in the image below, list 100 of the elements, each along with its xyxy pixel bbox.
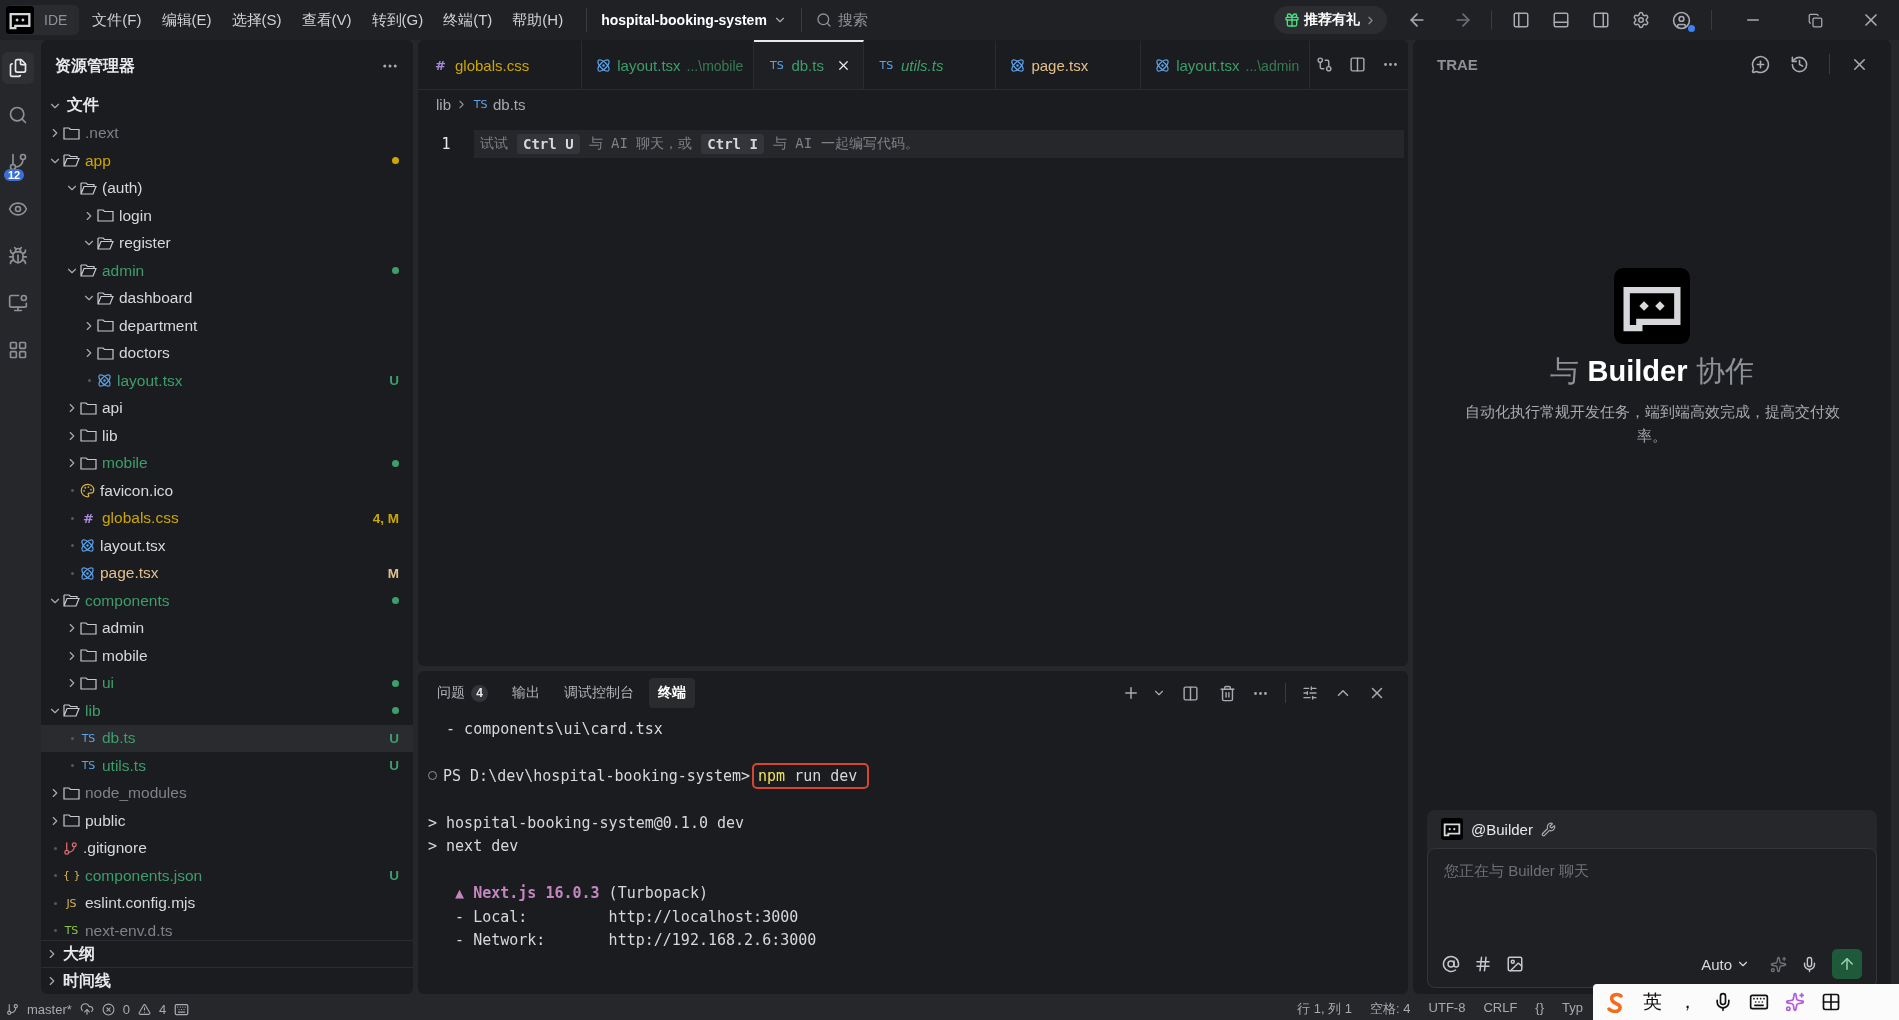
panel-tab[interactable]: 调试控制台 <box>555 678 643 708</box>
menu-item[interactable]: 编辑(E) <box>154 10 219 30</box>
sparkle-icon[interactable] <box>1785 992 1805 1012</box>
file-row[interactable]: layout.tsx <box>41 532 413 560</box>
sliders-icon[interactable] <box>1302 685 1318 701</box>
file-row[interactable]: page.tsx M <box>41 559 413 587</box>
project-selector[interactable]: hospital-booking-system <box>586 8 802 32</box>
history-icon[interactable] <box>1790 54 1809 74</box>
folder-row[interactable]: lib <box>41 422 413 450</box>
file-row[interactable]: .gitignore <box>41 834 413 862</box>
tools-icon[interactable] <box>1540 821 1556 837</box>
folder-row[interactable]: login <box>41 202 413 230</box>
activity-button[interactable] <box>2 52 34 84</box>
collapsible-section[interactable]: 大纲 <box>41 940 413 967</box>
activity-button[interactable]: 12 <box>2 146 34 178</box>
count-badge: 4 <box>471 684 488 702</box>
file-row[interactable]: JS eslint.config.mjs <box>41 889 413 917</box>
status-item[interactable]: 空格: 4 <box>1370 1000 1411 1018</box>
file-row[interactable]: layout.tsx U <box>41 367 413 395</box>
folder-row[interactable]: admin <box>41 257 413 285</box>
split-terminal-icon[interactable] <box>1182 684 1199 702</box>
status-item[interactable]: Typ <box>1562 1000 1583 1018</box>
sparkle-icon[interactable] <box>1770 955 1787 973</box>
grid-icon[interactable] <box>1821 992 1841 1012</box>
new-chat-icon[interactable] <box>1751 54 1770 74</box>
file-name: app <box>85 151 111 170</box>
file-row[interactable]: TS utils.ts U <box>41 752 413 780</box>
folder-row[interactable]: register <box>41 229 413 257</box>
menu-item[interactable]: 转到(G) <box>364 10 431 30</box>
folder-row[interactable]: mobile <box>41 642 413 670</box>
git-branch-icon <box>8 152 28 172</box>
error-count[interactable]: 0 <box>122 1001 131 1017</box>
file-row[interactable]: { } components.json U <box>41 862 413 890</box>
menu-item[interactable]: 终端(T) <box>436 10 500 30</box>
menu-item[interactable]: 查看(V) <box>294 10 359 30</box>
breadcrumb-item[interactable]: lib <box>436 95 451 113</box>
file-row[interactable]: # globals.css 4, M <box>41 504 413 532</box>
folder-row[interactable]: ui <box>41 669 413 697</box>
folder-row[interactable]: dashboard <box>41 284 413 312</box>
status-item[interactable]: {} <box>1535 1000 1545 1018</box>
editor-tab[interactable]: TS utils.ts <box>863 40 997 89</box>
microphone-icon[interactable] <box>1801 955 1818 973</box>
panel-tab[interactable]: 终端 <box>649 678 695 708</box>
split-editor-icon[interactable] <box>1349 56 1367 73</box>
folder-row[interactable]: (auth) <box>41 174 413 202</box>
microphone-icon[interactable] <box>1713 992 1733 1012</box>
restore-icon[interactable] <box>1808 12 1823 28</box>
account-icon[interactable] <box>1672 10 1691 30</box>
sync-icon[interactable] <box>79 1002 94 1016</box>
search-field[interactable]: 搜索 <box>807 10 876 30</box>
menu-item[interactable]: 文件(F) <box>85 10 149 30</box>
status-item[interactable]: CRLF <box>1483 1000 1518 1018</box>
folder-row[interactable]: node_modules <box>41 779 413 807</box>
panel-tab[interactable]: 问题 4 <box>428 678 497 708</box>
keyboard-icon[interactable] <box>174 1001 190 1017</box>
file-row[interactable]: TS next-env.d.ts <box>41 917 413 940</box>
status-item[interactable]: UTF-8 <box>1428 1000 1466 1018</box>
file-row[interactable]: TS db.ts U <box>41 724 413 752</box>
editor-tab[interactable]: TS db.ts <box>754 40 864 89</box>
folder-row[interactable]: .next <box>41 119 413 147</box>
editor-tab[interactable]: layout.tsx ...\admin <box>1141 40 1311 89</box>
panel-left-icon[interactable] <box>1512 11 1530 29</box>
model-selector[interactable]: Auto <box>1695 954 1756 974</box>
breadcrumb-item[interactable]: db.ts <box>493 95 526 113</box>
keyboard-icon[interactable] <box>1749 992 1769 1012</box>
trash-icon[interactable] <box>1219 684 1236 702</box>
editor-tab[interactable]: # globals.css <box>418 40 583 89</box>
folder-row[interactable]: app <box>41 147 413 175</box>
menu-item[interactable]: 选择(S) <box>224 10 289 30</box>
file-row[interactable]: favicon.ico <box>41 477 413 505</box>
image-icon[interactable] <box>1506 955 1524 973</box>
terminal-line: > next dev <box>428 837 519 856</box>
settings-icon[interactable] <box>1632 11 1650 29</box>
panel-right-icon[interactable] <box>1592 11 1610 29</box>
root-folder-row[interactable]: 文件 <box>41 92 413 120</box>
add-icon[interactable] <box>1122 684 1140 702</box>
folder-row[interactable]: lib <box>41 697 413 725</box>
folder-row[interactable]: components <box>41 587 413 615</box>
editor-tab[interactable]: page.tsx <box>996 40 1142 89</box>
warning-count[interactable]: 4 <box>159 1001 167 1017</box>
folder-row[interactable]: doctors <box>41 339 413 367</box>
language-mode[interactable]: 英 <box>1643 989 1662 1015</box>
folder-row[interactable]: public <box>41 807 413 835</box>
compare-icon[interactable] <box>1316 56 1334 73</box>
chat-input[interactable]: 您正在与 Builder 聊天 <box>1442 861 1862 880</box>
folder-row[interactable]: api <box>41 394 413 422</box>
hash-icon[interactable] <box>1474 955 1492 973</box>
folder-row[interactable]: admin <box>41 614 413 642</box>
menu-item[interactable]: 帮助(H) <box>505 10 571 30</box>
branch-name[interactable]: master* <box>27 1001 72 1017</box>
punctuation-mode[interactable]: ， <box>1678 989 1697 1015</box>
status-item[interactable]: 行 1, 列 1 <box>1297 1000 1353 1018</box>
folder-row[interactable]: mobile <box>41 449 413 477</box>
send-button[interactable] <box>1832 949 1862 979</box>
promo-button[interactable]: 推荐有礼 <box>1274 6 1387 34</box>
mention-icon[interactable] <box>1442 955 1460 973</box>
panel-tab[interactable]: 输出 <box>503 678 549 708</box>
folder-row[interactable]: department <box>41 312 413 340</box>
panel-bottom-icon[interactable] <box>1552 11 1570 29</box>
collapsible-section[interactable]: 时间线 <box>41 967 413 994</box>
